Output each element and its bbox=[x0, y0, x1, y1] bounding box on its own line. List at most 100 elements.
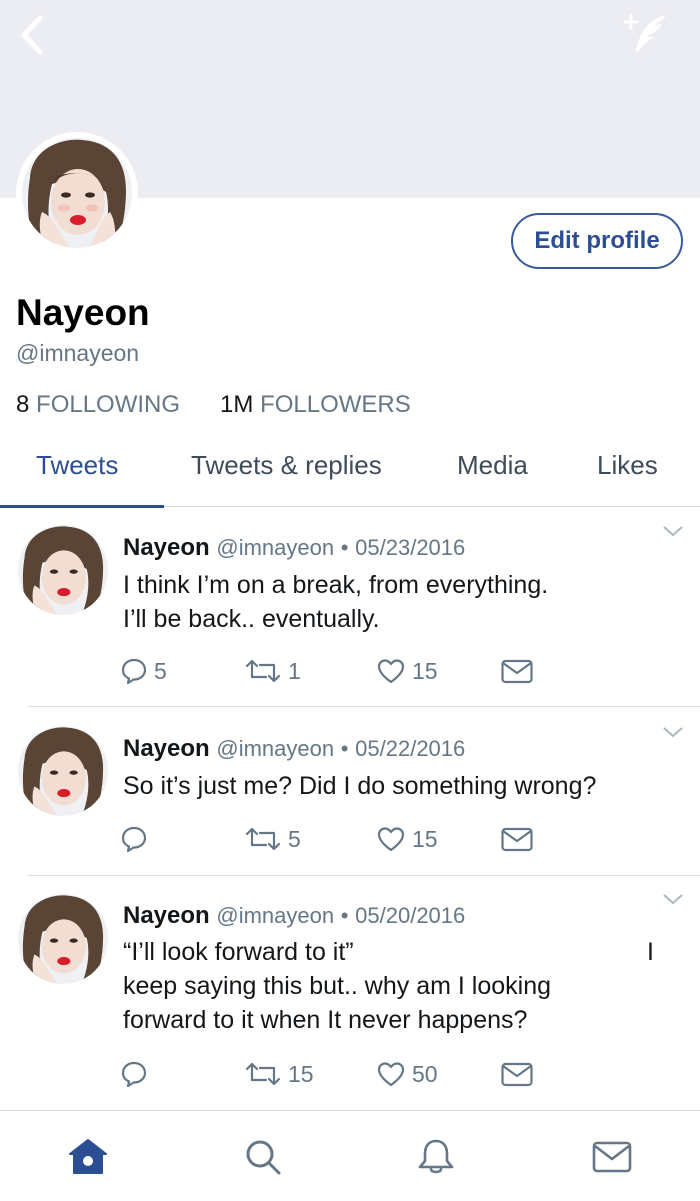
retweet-count: 5 bbox=[288, 825, 301, 852]
tweet-text: I think I’m on a break, from everything.… bbox=[123, 568, 678, 636]
retweet-count: 15 bbox=[288, 1060, 314, 1087]
retweet-button[interactable]: 15 bbox=[244, 1060, 314, 1088]
tweet-text-line: keep saying this but.. why am I looking bbox=[123, 972, 552, 1000]
tweet-date[interactable]: 05/22/2016 bbox=[355, 736, 465, 761]
heart-icon bbox=[377, 659, 405, 684]
tweet-header: Nayeon @imnayeon • 05/23/2016 bbox=[123, 534, 465, 562]
profile-name: Nayeon bbox=[16, 292, 150, 333]
avatar-image bbox=[18, 726, 108, 816]
direct-message-button[interactable] bbox=[500, 1060, 534, 1088]
tweet-text-line: forward to it when It never happens? bbox=[123, 1006, 528, 1034]
heart-icon bbox=[377, 1062, 405, 1087]
reply-button[interactable]: 5 bbox=[120, 657, 167, 685]
tweet[interactable]: Nayeon @imnayeon • 05/20/2016 “I’ll look… bbox=[0, 876, 700, 1110]
tweet-author-name[interactable]: Nayeon bbox=[123, 735, 210, 762]
tweet-separator: • bbox=[340, 736, 349, 761]
direct-message-button[interactable] bbox=[500, 657, 534, 685]
avatar-image bbox=[22, 138, 132, 248]
back-chevron-icon bbox=[21, 15, 43, 55]
tweet-separator: • bbox=[340, 535, 349, 560]
avatar-image bbox=[18, 894, 108, 984]
reply-bubble-icon bbox=[121, 826, 147, 853]
direct-message-button[interactable] bbox=[500, 825, 534, 853]
retweet-count: 1 bbox=[288, 657, 301, 684]
like-button[interactable]: 50 bbox=[376, 1060, 438, 1088]
like-button[interactable]: 15 bbox=[376, 657, 438, 685]
tweet-text: So it’s just me? Did I do something wron… bbox=[123, 769, 678, 803]
nav-home[interactable] bbox=[66, 1137, 110, 1177]
profile-tabs: Tweets Tweets & replies Media Likes bbox=[0, 434, 700, 508]
profile-avatar[interactable] bbox=[16, 132, 138, 254]
like-count: 15 bbox=[412, 657, 438, 684]
tweet-actions: 5 1 15 bbox=[120, 657, 680, 691]
followers-label: FOLLOWERS bbox=[260, 391, 411, 418]
tweet-author-handle[interactable]: @imnayeon bbox=[216, 535, 334, 560]
reply-button[interactable] bbox=[120, 825, 154, 853]
chevron-down-icon bbox=[663, 526, 683, 537]
reply-count: 5 bbox=[154, 657, 167, 684]
tweet-avatar[interactable] bbox=[18, 726, 108, 816]
tab-media[interactable]: Media bbox=[457, 450, 528, 481]
edit-profile-button[interactable]: Edit profile bbox=[511, 213, 683, 269]
search-icon bbox=[246, 1140, 281, 1175]
envelope-icon bbox=[501, 659, 533, 684]
tweet-text-line: So it’s just me? Did I do something wron… bbox=[123, 772, 597, 800]
tweet-text-line: I think I’m on a break, from everything. bbox=[123, 571, 549, 599]
avatar-image bbox=[18, 525, 108, 615]
retweet-icon bbox=[245, 1062, 281, 1086]
following-count: 8 bbox=[16, 391, 30, 418]
home-icon bbox=[69, 1139, 107, 1174]
compose-tweet-button[interactable] bbox=[622, 12, 672, 56]
retweet-button[interactable]: 1 bbox=[244, 657, 301, 685]
tweet-header: Nayeon @imnayeon • 05/20/2016 bbox=[123, 902, 465, 930]
retweet-icon bbox=[245, 659, 281, 683]
tab-tweets-and-replies[interactable]: Tweets & replies bbox=[191, 450, 382, 481]
tweet-actions: 15 50 bbox=[120, 1060, 680, 1094]
like-button[interactable]: 15 bbox=[376, 825, 438, 853]
nav-messages[interactable] bbox=[590, 1137, 634, 1177]
bottom-tab-bar bbox=[0, 1110, 700, 1201]
heart-icon bbox=[377, 827, 405, 852]
following-stat[interactable]: 8 FOLLOWING bbox=[16, 391, 180, 418]
back-button[interactable] bbox=[14, 12, 54, 58]
tweet-actions: 5 15 bbox=[120, 825, 680, 859]
messages-envelope-icon bbox=[592, 1141, 632, 1173]
retweet-button[interactable]: 5 bbox=[244, 825, 301, 853]
tweet-date[interactable]: 05/23/2016 bbox=[355, 535, 465, 560]
tweet-header: Nayeon @imnayeon • 05/22/2016 bbox=[123, 735, 465, 763]
tab-likes[interactable]: Likes bbox=[597, 450, 658, 481]
envelope-icon bbox=[501, 827, 533, 852]
envelope-icon bbox=[501, 1062, 533, 1087]
chevron-down-icon bbox=[663, 894, 683, 905]
tweet-text-line: “I’ll look forward to it” bbox=[123, 938, 354, 966]
tweet-author-name[interactable]: Nayeon bbox=[123, 534, 210, 561]
followers-stat[interactable]: 1M FOLLOWERS bbox=[220, 391, 411, 418]
nav-search[interactable] bbox=[241, 1137, 285, 1177]
tweet[interactable]: Nayeon @imnayeon • 05/22/2016 So it’s ju… bbox=[0, 708, 700, 876]
chevron-down-icon bbox=[663, 727, 683, 738]
like-count: 50 bbox=[412, 1060, 438, 1087]
tweet-more-button[interactable] bbox=[662, 892, 684, 906]
tweet-more-button[interactable] bbox=[662, 524, 684, 538]
tweet-text-line: I’ll be back.. eventually. bbox=[123, 605, 380, 633]
reply-bubble-icon bbox=[121, 1061, 147, 1088]
tweet-avatar[interactable] bbox=[18, 894, 108, 984]
nav-notifications[interactable] bbox=[414, 1137, 458, 1177]
tab-tweets[interactable]: Tweets bbox=[36, 450, 118, 481]
profile-handle: @imnayeon bbox=[16, 340, 140, 366]
following-label: FOLLOWING bbox=[36, 391, 181, 418]
reply-button[interactable] bbox=[120, 1060, 154, 1088]
tweet[interactable]: Nayeon @imnayeon • 05/23/2016 I think I’… bbox=[0, 507, 700, 707]
tweet-avatar[interactable] bbox=[18, 525, 108, 615]
tweet-separator: • bbox=[340, 903, 349, 928]
tweet-author-name[interactable]: Nayeon bbox=[123, 902, 210, 929]
tweet-more-button[interactable] bbox=[662, 725, 684, 739]
followers-count: 1M bbox=[220, 391, 254, 418]
tweet-author-handle[interactable]: @imnayeon bbox=[216, 903, 334, 928]
tweet-author-handle[interactable]: @imnayeon bbox=[216, 736, 334, 761]
retweet-icon bbox=[245, 827, 281, 851]
notifications-bell-icon bbox=[418, 1139, 454, 1174]
compose-feather-icon bbox=[623, 14, 666, 52]
like-count: 15 bbox=[412, 825, 438, 852]
tweet-date[interactable]: 05/20/2016 bbox=[355, 903, 465, 928]
